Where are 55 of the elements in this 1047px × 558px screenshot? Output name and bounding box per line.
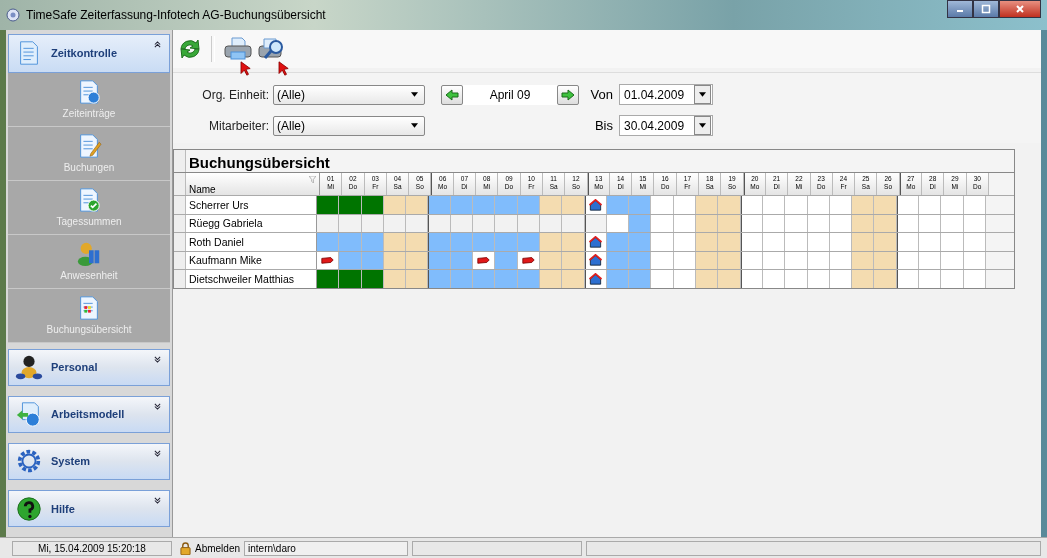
field-label: Von [589,87,613,102]
period-field: April 09 [463,84,557,105]
help-icon [15,494,43,523]
absence-icon [521,254,535,267]
dropdown-arrow-icon [411,92,418,97]
dropdown-arrow-icon [699,123,706,128]
employee-name-cell: Roth Daniel [186,233,317,251]
org-unit-dropdown[interactable]: (Alle) [273,84,425,105]
close-icon [1015,4,1025,14]
minimize-button[interactable] [947,0,973,18]
padlock-icon [180,541,191,555]
house-icon [589,254,603,267]
next-month-button[interactable] [557,84,579,105]
sidebar-group-header[interactable]: Zeitkontrolle [8,34,170,73]
employee-name-cell: Scherrer Urs [186,196,317,214]
sidebar-group-header[interactable]: Arbeitsmodell [8,395,170,433]
absence-icon [477,254,491,267]
left-arrow-icon [445,88,459,101]
previous-month-button[interactable] [441,84,463,105]
window-title: TimeSafe Zeiterfassung-Infotech AG-Buchungsübersicht [26,8,327,22]
dropdown-arrow-icon [699,92,706,97]
employee-dropdown[interactable]: (Alle) [273,115,425,136]
logout-link[interactable]: Abmelden [195,542,241,554]
close-button[interactable] [999,0,1041,18]
right-arrow-icon [561,88,575,101]
people-icon [15,353,43,382]
status-datetime: Mi, 15.04.2009 15:20:18 [12,540,172,556]
house-icon [589,235,603,248]
pointer-arrow-icon [240,61,252,76]
field-label: Mitarbeiter: [207,118,269,133]
employee-name-cell: Dietschweiler Matthias [186,270,317,288]
print-button[interactable] [223,36,253,62]
employee-name-cell: Kaufmann Mike [186,251,317,269]
sidebar-group-header[interactable]: System [8,443,170,480]
status-user: intern\daro [244,540,409,556]
sidebar-group-header[interactable]: Hilfe [8,490,170,527]
house-icon [589,272,603,285]
maximize-icon [981,4,991,14]
printer-icon [223,36,253,62]
grid-title: Buchungsübersicht [188,153,330,172]
house-icon [589,198,603,211]
app-logo-icon [6,8,20,22]
field-label: Bis [593,118,613,133]
to-date-picker[interactable]: 30.04.2009 [619,115,713,136]
document-cycle-icon [15,400,43,429]
absence-icon [321,254,335,267]
sidebar-group-header[interactable]: Personal [8,348,170,386]
maximize-button[interactable] [973,0,999,18]
from-date-picker[interactable]: 01.04.2009 [619,84,713,105]
column-header[interactable]: Name [186,173,320,195]
field-label: Org. Einheit: [201,87,269,102]
employee-name-cell: Rüegg Gabriela [186,214,317,232]
filter-icon [309,176,316,183]
pointer-arrow-icon [278,61,290,76]
dropdown-arrow-icon [411,123,418,128]
